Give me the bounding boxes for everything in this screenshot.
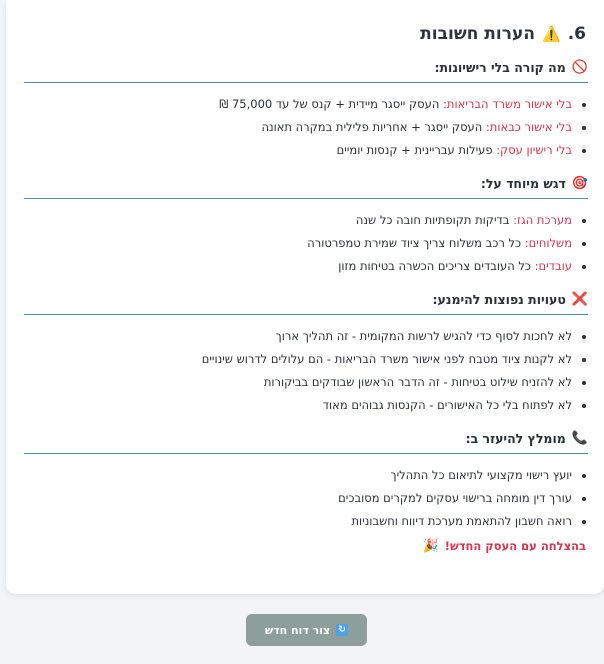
section-heading: 📞 מומלץ להיעזר ב:: [24, 431, 588, 454]
list-item: בלי רישיון עסק: פעילות עבריינית + קנסות …: [24, 139, 572, 162]
bullet-list: יועץ רישוי מקצועי לתיאום כל התהליך עורך …: [24, 464, 586, 533]
new-report-button[interactable]: ↻ צור דוח חדש: [246, 614, 367, 646]
bullet-list: מערכת הגז: בדיקות תקופתיות חובה כל שנה מ…: [24, 209, 586, 278]
section-heading: 🚫 מה קורה בלי רישיונות:: [24, 60, 588, 83]
target-icon: 🎯: [571, 176, 588, 191]
list-item: מערכת הגז: בדיקות תקופתיות חובה כל שנה: [24, 209, 572, 232]
section-special-focus: 🎯 דגש מיוחד על: מערכת הגז: בדיקות תקופתי…: [24, 176, 588, 278]
section-common-mistakes: ❌ טעויות נפוצות להימנע: לא לחכות לסוף כד…: [24, 292, 588, 417]
list-item: עורך דין מומחה ברישוי עסקים למקרים מסובכ…: [24, 487, 572, 510]
report-card: 6. ⚠️ הערות חשובות 🚫 מה קורה בלי רישיונו…: [6, 0, 604, 594]
section-no-licenses: 🚫 מה קורה בלי רישיונות: בלי אישור משרד ה…: [24, 60, 588, 162]
closing-message: בהצלחה עם העסק החדש! 🎉: [422, 538, 586, 554]
cross-mark-icon: ❌: [571, 292, 588, 307]
bullet-list: בלי אישור משרד הבריאות: העסק ייסגר מיידי…: [24, 93, 586, 162]
list-item: לא לקנות ציוד מטבח לפני אישור משרד הבריא…: [24, 348, 572, 371]
bullet-list: לא לחכות לסוף כדי להגיש לרשות המקומית - …: [24, 325, 586, 417]
section-heading: 🎯 דגש מיוחד על:: [24, 176, 588, 199]
list-item: משלוחים: כל רכב משלוח צריך ציוד שמירת טמ…: [24, 232, 572, 255]
list-item: עובדים: כל העובדים צריכים הכשרה בטיחות מ…: [24, 255, 572, 278]
section-title-text: הערות חשובות: [420, 24, 535, 44]
list-item: יועץ רישוי מקצועי לתיאום כל התהליך: [24, 464, 572, 487]
section-title: 6. ⚠️ הערות חשובות: [24, 22, 586, 46]
phone-icon: 📞: [571, 431, 588, 446]
section-recommended-help: 📞 מומלץ להיעזר ב: יועץ רישוי מקצועי לתיא…: [24, 431, 588, 554]
no-entry-icon: 🚫: [571, 60, 588, 75]
list-item: בלי אישור כבאות: העסק ייסגר + אחריות פלי…: [24, 116, 572, 139]
notes-section: 6. ⚠️ הערות חשובות 🚫 מה קורה בלי רישיונו…: [24, 22, 588, 554]
section-number: 6.: [567, 24, 586, 44]
section-heading: ❌ טעויות נפוצות להימנע:: [24, 292, 588, 315]
list-item: רואה חשבון להתאמת מערכת דיווח וחשבוניות: [24, 510, 572, 533]
party-popper-icon: 🎉: [422, 538, 439, 554]
list-item: לא לפתוח בלי כל האישורים - הקנסות גבוהים…: [24, 394, 572, 417]
list-item: לא לחכות לסוף כדי להגיש לרשות המקומית - …: [24, 325, 572, 348]
list-item: לא להזניח שילוט בטיחות - זה הדבר הראשון …: [24, 371, 572, 394]
list-item: בלי אישור משרד הבריאות: העסק ייסגר מיידי…: [24, 93, 572, 116]
warning-icon: ⚠️: [542, 25, 561, 43]
refresh-icon: ↻: [336, 624, 349, 636]
